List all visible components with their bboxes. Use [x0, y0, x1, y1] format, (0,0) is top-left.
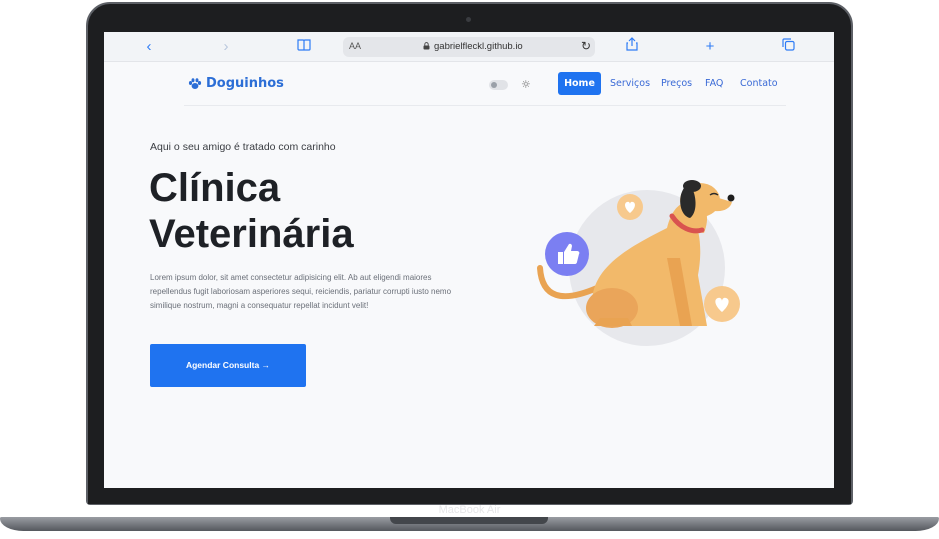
theme-toggle[interactable]	[489, 80, 508, 90]
hero-title: Clínica Veterinária	[149, 165, 354, 257]
address-bar[interactable]: AA gabrielfleckl.github.io ↻	[343, 37, 595, 57]
hero-description: Lorem ipsum dolor, sit amet consectetur …	[150, 273, 452, 310]
laptop-chin	[88, 488, 851, 504]
schedule-appointment-button[interactable]: Agendar Consulta →	[150, 344, 306, 387]
lock-icon	[423, 42, 430, 50]
browser-toolbar: ‹ › AA gabrielfleckl.github.io ↻ +	[104, 32, 834, 62]
laptop-notch	[390, 517, 548, 524]
forward-icon[interactable]: ›	[216, 37, 236, 57]
logo-text: Doguinhos	[206, 76, 284, 91]
site-logo[interactable]: Doguinhos	[188, 76, 284, 91]
dog-illustration	[537, 180, 740, 346]
heart-icon	[617, 194, 643, 220]
heart-icon	[704, 286, 740, 322]
nav-home[interactable]: Home	[558, 72, 601, 95]
share-icon[interactable]	[622, 37, 642, 57]
hero-title-line2: Veterinária	[149, 212, 354, 256]
nav-servicos[interactable]: Serviços	[610, 78, 650, 89]
book-icon[interactable]	[294, 37, 314, 57]
paw-icon	[188, 77, 202, 89]
thumbs-up-icon	[545, 232, 589, 276]
tabs-icon[interactable]	[778, 37, 798, 57]
screen: ‹ › AA gabrielfleckl.github.io ↻ + Dogui…	[104, 32, 834, 488]
text-size-button[interactable]: AA	[349, 41, 361, 51]
device-brand-label: MacBook Air	[438, 504, 501, 516]
nav-precos[interactable]: Preços	[661, 78, 692, 89]
nav-contato[interactable]: Contato	[740, 78, 778, 89]
sun-icon[interactable]: ☼	[521, 78, 531, 91]
back-icon[interactable]: ‹	[139, 37, 159, 57]
url-text: gabrielfleckl.github.io	[434, 41, 523, 52]
camera-icon	[466, 17, 471, 22]
reload-icon[interactable]: ↻	[581, 39, 591, 53]
plus-icon[interactable]: +	[700, 37, 720, 57]
nav-divider	[184, 105, 786, 106]
nav-faq[interactable]: FAQ	[705, 78, 723, 89]
hero-tagline: Aqui o seu amigo é tratado com carinho	[150, 141, 336, 153]
hero-title-line1: Clínica	[149, 166, 281, 210]
